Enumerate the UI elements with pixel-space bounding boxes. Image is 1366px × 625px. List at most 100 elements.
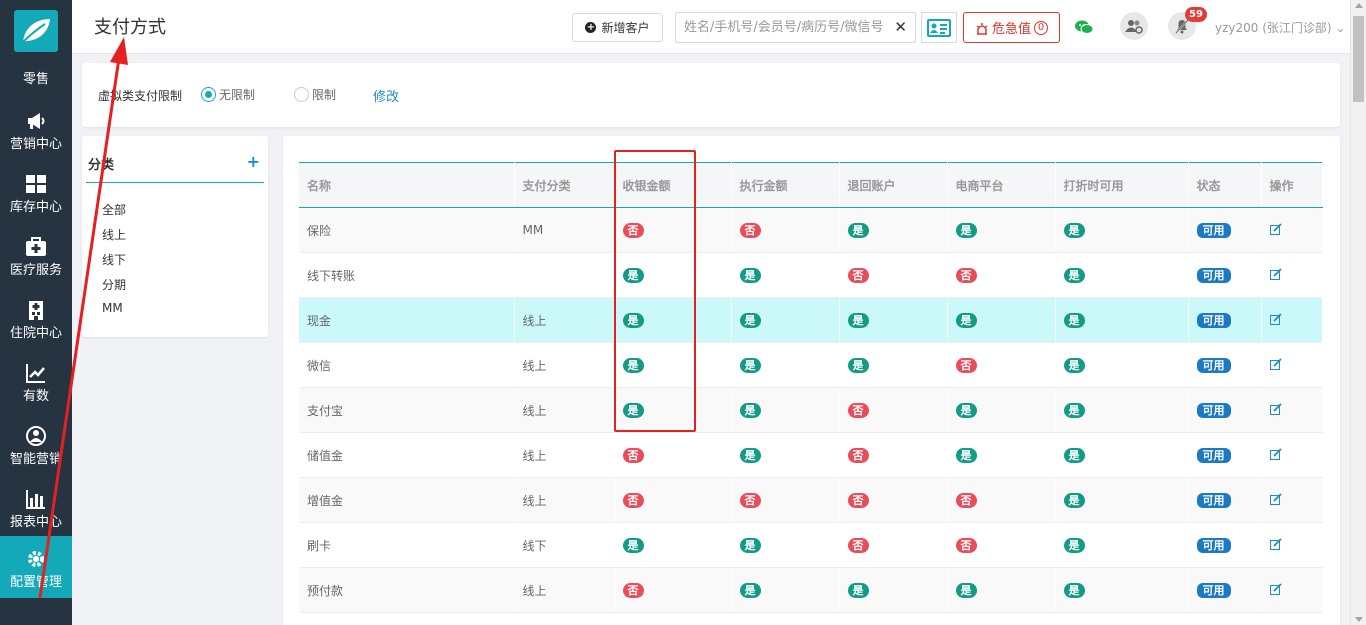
- status-badge: 是: [1063, 447, 1085, 463]
- table-row[interactable]: 储值金 线上否是否是是可用: [299, 432, 1323, 478]
- category-item-installment[interactable]: 分期: [102, 276, 126, 293]
- cell-category: [514, 252, 615, 298]
- table-row[interactable]: 增值金 线上否否否否是可用: [299, 477, 1323, 523]
- team-settings-icon[interactable]: [1120, 12, 1148, 40]
- cell-discount: 是: [1055, 477, 1189, 523]
- status-badge: 否: [847, 537, 869, 553]
- sidebar-item-label: 住院中心: [9, 326, 62, 341]
- cell-status: 可用: [1188, 432, 1262, 478]
- cell-exec: 是: [731, 297, 840, 343]
- cell-status: 可用: [1188, 522, 1262, 568]
- status-badge: 是: [739, 537, 761, 553]
- category-item-online[interactable]: 线上: [102, 226, 126, 243]
- category-title: 分类: [88, 158, 115, 173]
- availability-badge: 可用: [1196, 312, 1231, 328]
- table-row[interactable]: 刷卡 线下是是否否是可用: [299, 522, 1323, 568]
- status-badge: 是: [1063, 267, 1085, 283]
- col-header-category: 支付分类: [514, 162, 615, 208]
- app-logo[interactable]: [14, 10, 58, 52]
- status-badge: 是: [847, 222, 869, 238]
- status-badge: 是: [1063, 402, 1085, 418]
- sidebar-item-label: 医疗服务: [9, 263, 62, 278]
- sidebar-item-smart-marketing[interactable]: 智能营销: [0, 421, 72, 483]
- status-badge: 否: [955, 492, 977, 508]
- id-card-button[interactable]: [921, 12, 957, 43]
- cell-actions: [1261, 432, 1323, 478]
- col-header-exec: 执行金额: [731, 162, 840, 208]
- sidebar-item-marketing[interactable]: 营销中心: [0, 106, 72, 168]
- cell-cashier: 否: [614, 432, 732, 478]
- edit-icon[interactable]: [1269, 402, 1282, 415]
- page-scrollbar[interactable]: [1350, 0, 1366, 625]
- payment-limit-panel: 虚拟类支付限制 无限制 限制 修改: [82, 63, 1340, 127]
- cell-cashier: 是: [614, 252, 732, 298]
- scroll-down-arrow[interactable]: [1355, 617, 1363, 622]
- payment-methods-panel: 名称 支付分类 收银金额 执行金额 退回账户 电商平台 打折时可用 状态 操作 …: [283, 136, 1340, 625]
- critical-value-button[interactable]: 危急值 0: [963, 12, 1060, 43]
- bar-chart-icon: [0, 488, 72, 514]
- sidebar-item-analytics[interactable]: 有数: [0, 358, 72, 420]
- cell-category: 线上: [514, 567, 615, 613]
- category-item-all[interactable]: 全部: [102, 201, 126, 218]
- edit-icon[interactable]: [1269, 537, 1282, 550]
- cell-refund: 是: [839, 207, 948, 253]
- status-badge: 否: [847, 402, 869, 418]
- grid-icon: [0, 173, 72, 199]
- sidebar-item-config[interactable]: 配置管理: [0, 536, 72, 598]
- status-badge: 是: [739, 582, 761, 598]
- status-badge: 否: [622, 447, 644, 463]
- user-menu[interactable]: yzy200 (张江门诊部) ⌄: [1215, 19, 1345, 36]
- status-badge: 是: [739, 447, 761, 463]
- wechat-icon[interactable]: [1071, 14, 1097, 40]
- status-badge: 是: [622, 402, 644, 418]
- add-customer-button[interactable]: + 新增客户: [572, 13, 663, 42]
- cell-exec: 是: [731, 252, 840, 298]
- table-row[interactable]: 预付款 线上否 是 是 是 是 可用: [299, 567, 1323, 613]
- edit-limit-link[interactable]: 修改: [373, 86, 399, 105]
- sidebar-item-medical[interactable]: 医疗服务: [0, 232, 72, 294]
- search-input[interactable]: [676, 13, 886, 42]
- sidebar-item-retail[interactable]: 零售: [0, 58, 72, 94]
- cell-refund: 否: [839, 477, 948, 523]
- edit-icon[interactable]: [1269, 492, 1282, 505]
- cell-cashier: 否: [614, 207, 732, 253]
- cell-cashier: 否: [614, 567, 732, 613]
- edit-icon[interactable]: [1269, 222, 1282, 235]
- close-icon[interactable]: ✕: [894, 18, 907, 36]
- table-row[interactable]: 支付宝 线上是是否是是可用: [299, 387, 1323, 433]
- status-badge: 是: [622, 267, 644, 283]
- cell-cashier: 是: [614, 522, 732, 568]
- col-header-actions: 操作: [1261, 162, 1323, 208]
- status-badge: 是: [739, 402, 761, 418]
- availability-badge: 可用: [1196, 492, 1231, 508]
- status-badge: 否: [622, 492, 644, 508]
- radio-unlimited[interactable]: 无限制: [201, 86, 255, 103]
- category-item-offline[interactable]: 线下: [102, 251, 126, 268]
- edit-icon[interactable]: [1269, 357, 1282, 370]
- radio-limited[interactable]: 限制: [294, 86, 336, 103]
- cell-exec: 是: [731, 387, 840, 433]
- status-badge: 是: [1063, 357, 1085, 373]
- cell-cashier: 是: [614, 297, 732, 343]
- edit-icon[interactable]: [1269, 312, 1282, 325]
- cell-status: 可用: [1188, 252, 1262, 298]
- category-item-mm[interactable]: MM: [102, 301, 123, 315]
- table-row[interactable]: 保险 MM 否 否 是 是 是 可用: [299, 207, 1323, 253]
- radio-dot: [294, 87, 309, 102]
- edit-icon[interactable]: [1269, 267, 1282, 280]
- status-badge: 否: [955, 267, 977, 283]
- status-badge: 否: [847, 447, 869, 463]
- cell-status: 可用: [1188, 567, 1262, 613]
- table-row[interactable]: 微信 线上是是是否是可用: [299, 342, 1323, 388]
- add-category-icon[interactable]: +: [247, 152, 260, 171]
- scroll-thumb[interactable]: [1353, 16, 1364, 102]
- edit-icon[interactable]: [1269, 582, 1282, 595]
- table-row[interactable]: 线下转账 是 是 否 否 是 可用: [299, 252, 1323, 298]
- sidebar-item-inventory[interactable]: 库存中心: [0, 169, 72, 231]
- sidebar-item-inpatient[interactable]: 住院中心: [0, 295, 72, 357]
- people-circle-icon: [0, 425, 72, 451]
- edit-icon[interactable]: [1269, 447, 1282, 460]
- cell-discount: 是: [1055, 207, 1189, 253]
- scroll-up-arrow[interactable]: [1355, 3, 1363, 8]
- table-row[interactable]: 现金 线上是是是是是可用: [299, 297, 1323, 343]
